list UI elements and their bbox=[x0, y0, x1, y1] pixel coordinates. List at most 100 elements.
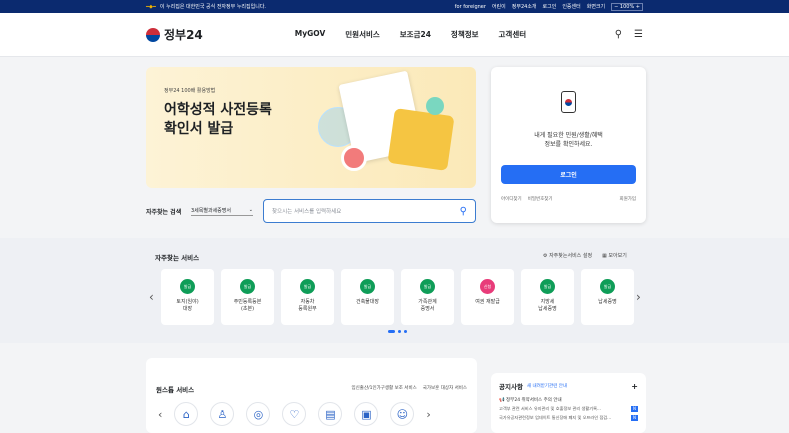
service-label: 가족관계 증명서 bbox=[418, 299, 437, 312]
briefcase-icon[interactable]: ▣ bbox=[354, 402, 379, 426]
notice-header: 공지사항 새 내려받기관련 안내 + bbox=[499, 381, 638, 392]
frequent-title: 자주찾는 서비스 bbox=[155, 254, 200, 262]
notice-featured-item[interactable]: 📢 정부24 취약서비스 주의 안내 bbox=[499, 397, 638, 403]
service-label: 여권 재발급 bbox=[475, 299, 500, 305]
signup-link[interactable]: 회원가입 bbox=[619, 196, 636, 202]
service-card[interactable]: 발급토지(임야) 대장 bbox=[161, 269, 214, 325]
login-button[interactable]: 로그인 bbox=[501, 165, 636, 184]
main-nav: MyGOV 민원서비스 보조금24 정책정보 고객센터 bbox=[295, 29, 526, 40]
onestop-link-1[interactable]: 임신출산/1인가구생활 보조 서비스 bbox=[352, 385, 417, 391]
find-id-link[interactable]: 아이디찾기 bbox=[501, 196, 522, 202]
notice-row[interactable]: 국가유공자관련정보 업데이트 통신장애 폐지 및 오프라인 점검... N bbox=[499, 415, 638, 421]
login-card: 내게 필요한 민원/생활/혜택 정보를 확인하세요. 로그인 아이디찾기 비밀번… bbox=[491, 67, 646, 223]
apply-badge: 신청 bbox=[480, 279, 495, 294]
login-message-line1: 내게 필요한 민원/생활/혜택 bbox=[534, 132, 603, 139]
hero-title-line1: 어학성적 사전등록 bbox=[164, 102, 272, 118]
link-login[interactable]: 로그인 bbox=[543, 3, 557, 10]
baby-icon[interactable]: ♙ bbox=[210, 402, 235, 426]
gov-emblem-icon: ━◆━ bbox=[146, 3, 156, 10]
book-icon[interactable]: ▤ bbox=[318, 402, 343, 426]
zoom-control[interactable]: − 100% + bbox=[611, 2, 643, 11]
link-kids[interactable]: 어린이 bbox=[492, 3, 506, 10]
clock-illustration bbox=[341, 145, 367, 171]
login-message: 내게 필요한 민원/생활/혜택 정보를 확인하세요. bbox=[491, 131, 646, 149]
gov-notice-text: 이 누리집은 대한민국 공식 전자정부 누리집입니다. bbox=[159, 4, 267, 10]
service-card[interactable]: 신청여권 재발급 bbox=[461, 269, 514, 325]
notice-subtitle[interactable]: 새 내려받기관련 안내 bbox=[527, 383, 567, 389]
frequent-settings-button[interactable]: ⚙ 자주찾는서비스 설정 bbox=[543, 252, 592, 259]
issue-badge: 발급 bbox=[540, 279, 555, 294]
gov-notice-bar: ━◆━ 이 누리집은 대한민국 공식 전자정부 누리집입니다. for fore… bbox=[0, 0, 789, 13]
folder-illustration bbox=[387, 108, 455, 171]
search-select-value: 3세목별과세증명서 bbox=[191, 207, 231, 214]
link-cert-center[interactable]: 인증센터 bbox=[562, 3, 580, 10]
notice-featured-text: 정부24 취약서비스 주의 안내 bbox=[506, 398, 562, 403]
chevron-right-icon[interactable]: › bbox=[636, 290, 641, 304]
chevron-right-icon[interactable]: › bbox=[426, 408, 430, 421]
notice-title: 공지사항 bbox=[499, 383, 523, 391]
find-password-link[interactable]: 비밀번호찾기 bbox=[528, 196, 553, 202]
service-label: 건축물대장 bbox=[355, 299, 379, 305]
frequent-controls: ⚙ 자주찾는서비스 설정 ▦ 모아보기 bbox=[543, 252, 627, 259]
issue-badge: 발급 bbox=[180, 279, 195, 294]
zoom-value: 100% bbox=[619, 3, 635, 10]
service-label: 토지(임야) 대장 bbox=[176, 299, 199, 312]
pagination-dot[interactable] bbox=[398, 330, 401, 333]
search-select[interactable]: 3세목별과세증명서 ⌄ bbox=[191, 205, 253, 216]
menu-icon[interactable]: ☰ bbox=[634, 29, 643, 40]
taeguk-icon bbox=[146, 27, 160, 42]
service-cards: 발급 토지(임야) 대장 발급 주민등록등본 (초본) 발급 자동차 등록원부 발급 건축물대… bbox=[161, 269, 634, 325]
nav-customer-center[interactable]: 고객센터 bbox=[499, 29, 527, 40]
service-card[interactable]: 발급 납세증명 bbox=[581, 269, 634, 325]
service-label: 지방세 납세증명 bbox=[538, 299, 557, 312]
login-message-line2: 정보를 확인하세요. bbox=[544, 141, 593, 148]
pagination-dot-active[interactable] bbox=[388, 330, 395, 333]
service-card[interactable]: 발급가족관계 증명서 bbox=[401, 269, 454, 325]
search-icon[interactable]: ⚲ bbox=[460, 206, 467, 217]
onestop-icons: ‹ ⌂ ♙ ◎ ♡ ▤ ▣ ☺ › bbox=[158, 402, 431, 426]
service-card[interactable]: 발급 건축물대장 bbox=[341, 269, 394, 325]
chevron-left-icon[interactable]: ‹ bbox=[158, 408, 162, 421]
hero-small-text: 정부24 100배 활용방법 bbox=[164, 88, 216, 94]
house-icon[interactable]: ⌂ bbox=[174, 402, 199, 426]
carousel-pagination bbox=[388, 330, 407, 333]
view-all-button[interactable]: ▦ 모아보기 bbox=[602, 252, 627, 259]
chart-illustration bbox=[426, 97, 444, 115]
chevron-down-icon: ⌄ bbox=[248, 207, 253, 213]
pagination-dot[interactable] bbox=[404, 330, 407, 333]
veteran-icon[interactable]: ☺ bbox=[390, 402, 415, 426]
nav-civil-service[interactable]: 민원서비스 bbox=[345, 29, 380, 40]
login-links: 아이디찾기 비밀번호찾기 회원가입 bbox=[501, 196, 636, 202]
search-placeholder: 찾으시는 서비스를 입력하세요 bbox=[272, 209, 342, 215]
service-card[interactable]: 발급지방세 납세증명 bbox=[521, 269, 574, 325]
nav-subsidy[interactable]: 보조금24 bbox=[400, 29, 431, 40]
search-icon[interactable]: ⚲ bbox=[615, 29, 622, 40]
hero-title-line2: 확인서 발급 bbox=[164, 121, 234, 137]
ribbon-icon[interactable]: ♡ bbox=[282, 402, 307, 426]
site-logo[interactable]: 정부24 bbox=[146, 26, 203, 43]
pregnancy-icon[interactable]: ◎ bbox=[246, 402, 271, 426]
phone-icon bbox=[561, 91, 576, 113]
onestop-title: 원스톱 서비스 bbox=[156, 386, 195, 394]
service-card[interactable]: 발급 자동차 등록원부 bbox=[281, 269, 334, 325]
issue-badge: 발급 bbox=[300, 279, 315, 294]
service-label: 주민등록등본 (초본) bbox=[233, 299, 262, 312]
onestop-link-2[interactable]: 국가보훈 대상자 서비스 bbox=[423, 385, 467, 391]
main-header: 정부24 MyGOV 민원서비스 보조금24 정책정보 고객센터 ⚲ ☰ bbox=[0, 13, 789, 57]
search-input[interactable]: 찾으시는 서비스를 입력하세요 ⚲ bbox=[263, 199, 476, 223]
nav-mygov[interactable]: MyGOV bbox=[295, 29, 326, 40]
notice-row[interactable]: 고객부 관련 서비스 유지관리 및 호출정보 관리 생활기록... N bbox=[499, 406, 638, 412]
link-about[interactable]: 정부24소개 bbox=[512, 3, 537, 10]
screen-size-label: 화면크기 bbox=[586, 4, 606, 10]
chevron-left-icon[interactable]: ‹ bbox=[149, 290, 154, 304]
new-badge: N bbox=[631, 406, 638, 412]
search-label: 자주찾는 검색 bbox=[146, 209, 182, 216]
frequent-services-section: 자주찾는 서비스 ⚙ 자주찾는서비스 설정 ▦ 모아보기 ‹ 발급토지(임야) 대… bbox=[0, 238, 789, 343]
plus-icon[interactable]: + bbox=[631, 382, 638, 391]
issue-badge: 발급 bbox=[420, 279, 435, 294]
nav-policy[interactable]: 정책정보 bbox=[451, 29, 479, 40]
utility-links: for foreigner 어린이 정부24소개 로그인 인증센터 화면크기 −… bbox=[455, 2, 643, 11]
service-card[interactable]: 발급 주민등록등본 (초본) bbox=[221, 269, 274, 325]
link-foreigner[interactable]: for foreigner bbox=[455, 4, 486, 10]
hero-banner[interactable]: 정부24 100배 활용방법 어학성적 사전등록 확인서 발급 bbox=[146, 67, 476, 188]
